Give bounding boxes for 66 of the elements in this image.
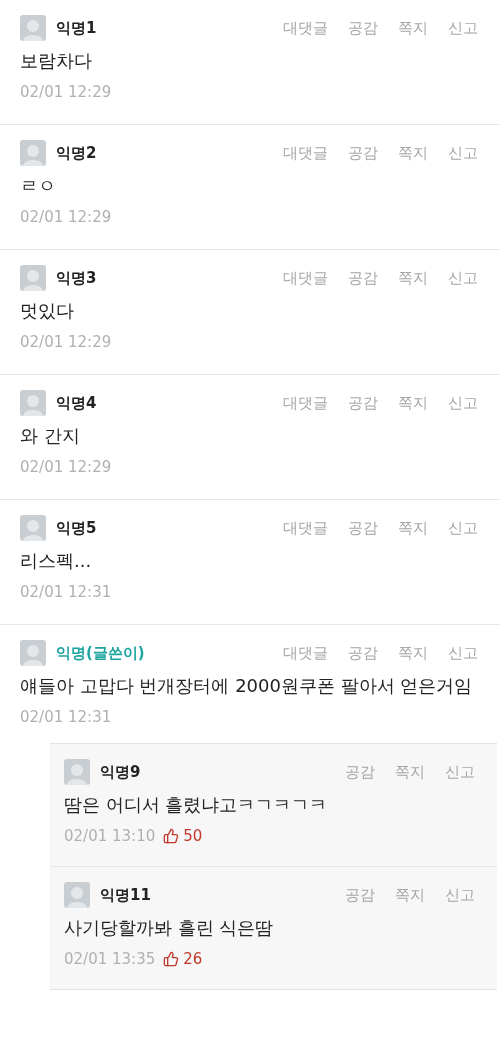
avatar-icon xyxy=(20,15,46,41)
avatar-icon xyxy=(64,759,90,785)
action-link[interactable]: 쪽지 xyxy=(398,641,428,665)
action-link[interactable]: 신고 xyxy=(448,391,478,415)
comment-text: 보람차다 xyxy=(20,49,93,73)
comment-text: 사기당할까봐 흘린 식은땀 xyxy=(64,916,275,940)
comment-text: 얘들아 고맙다 번개장터에 2000원쿠폰 팔아서 얻은거임 xyxy=(20,674,474,698)
action-link[interactable]: 공감 xyxy=(348,141,378,165)
action-link[interactable]: 대댓글 xyxy=(283,16,328,40)
action-link[interactable]: 쪽지 xyxy=(395,883,425,907)
comment-date: 02/01 12:29 xyxy=(20,331,112,353)
avatar-icon xyxy=(20,390,46,416)
author-name: 익명1 xyxy=(56,17,97,39)
comment-text: 땀은 어디서 흘렸냐고ㅋㄱㅋㄱㅋ xyxy=(64,793,329,817)
thumbs-up-icon xyxy=(163,951,180,967)
action-link[interactable]: 신고 xyxy=(448,516,478,540)
comment-date: 02/01 12:29 xyxy=(20,206,112,228)
like-count: 50 xyxy=(183,825,203,847)
action-link[interactable]: 공감 xyxy=(348,516,378,540)
action-link[interactable]: 공감 xyxy=(348,266,378,290)
author-name: 익명4 xyxy=(56,392,97,414)
author-name: 익명11 xyxy=(100,884,151,906)
action-link[interactable]: 대댓글 xyxy=(283,141,328,165)
action-link[interactable]: 공감 xyxy=(348,641,378,665)
action-link[interactable]: 쪽지 xyxy=(398,391,428,415)
comment-date: 02/01 12:29 xyxy=(20,456,112,478)
action-link[interactable]: 쪽지 xyxy=(398,16,428,40)
thumbs-up-icon xyxy=(163,828,180,844)
avatar-icon xyxy=(20,140,46,166)
comment-text: ㄹㅇ xyxy=(20,174,57,198)
action-link[interactable]: 공감 xyxy=(345,760,375,784)
avatar-icon xyxy=(20,640,46,666)
action-link[interactable]: 대댓글 xyxy=(283,516,328,540)
author-name: 익명2 xyxy=(56,142,97,164)
comment-date: 02/01 13:10 xyxy=(64,825,156,847)
comment-text: 와 간지 xyxy=(20,424,81,448)
action-link[interactable]: 공감 xyxy=(345,883,375,907)
comment-date: 02/01 12:31 xyxy=(20,706,112,728)
comment-date: 02/01 12:31 xyxy=(20,581,112,603)
action-link[interactable]: 대댓글 xyxy=(283,641,328,665)
avatar-icon xyxy=(64,882,90,908)
action-link[interactable]: 쪽지 xyxy=(398,141,428,165)
action-link[interactable]: 신고 xyxy=(448,16,478,40)
action-link[interactable]: 신고 xyxy=(445,760,475,784)
avatar-icon xyxy=(20,515,46,541)
action-link[interactable]: 신고 xyxy=(445,883,475,907)
action-link[interactable]: 쪽지 xyxy=(395,760,425,784)
action-link[interactable]: 대댓글 xyxy=(283,391,328,415)
author-name: 익명9 xyxy=(100,761,141,783)
comment-text: 멋있다 xyxy=(20,299,75,323)
action-link[interactable]: 쪽지 xyxy=(398,266,428,290)
author-name: 익명3 xyxy=(56,267,97,289)
action-link[interactable]: 신고 xyxy=(448,266,478,290)
comment-date: 02/01 12:29 xyxy=(20,81,112,103)
author-name: 익명5 xyxy=(56,517,97,539)
action-link[interactable]: 신고 xyxy=(448,641,478,665)
avatar-icon xyxy=(20,265,46,291)
action-link[interactable]: 쪽지 xyxy=(398,516,428,540)
author-name: 익명(글쓴이) xyxy=(56,642,145,664)
comment-text: 리스펙... xyxy=(20,549,93,573)
action-link[interactable]: 신고 xyxy=(448,141,478,165)
comment-date: 02/01 13:35 xyxy=(64,948,156,970)
action-link[interactable]: 공감 xyxy=(348,16,378,40)
action-link[interactable]: 대댓글 xyxy=(283,266,328,290)
like-count: 26 xyxy=(183,948,203,970)
action-link[interactable]: 공감 xyxy=(348,391,378,415)
